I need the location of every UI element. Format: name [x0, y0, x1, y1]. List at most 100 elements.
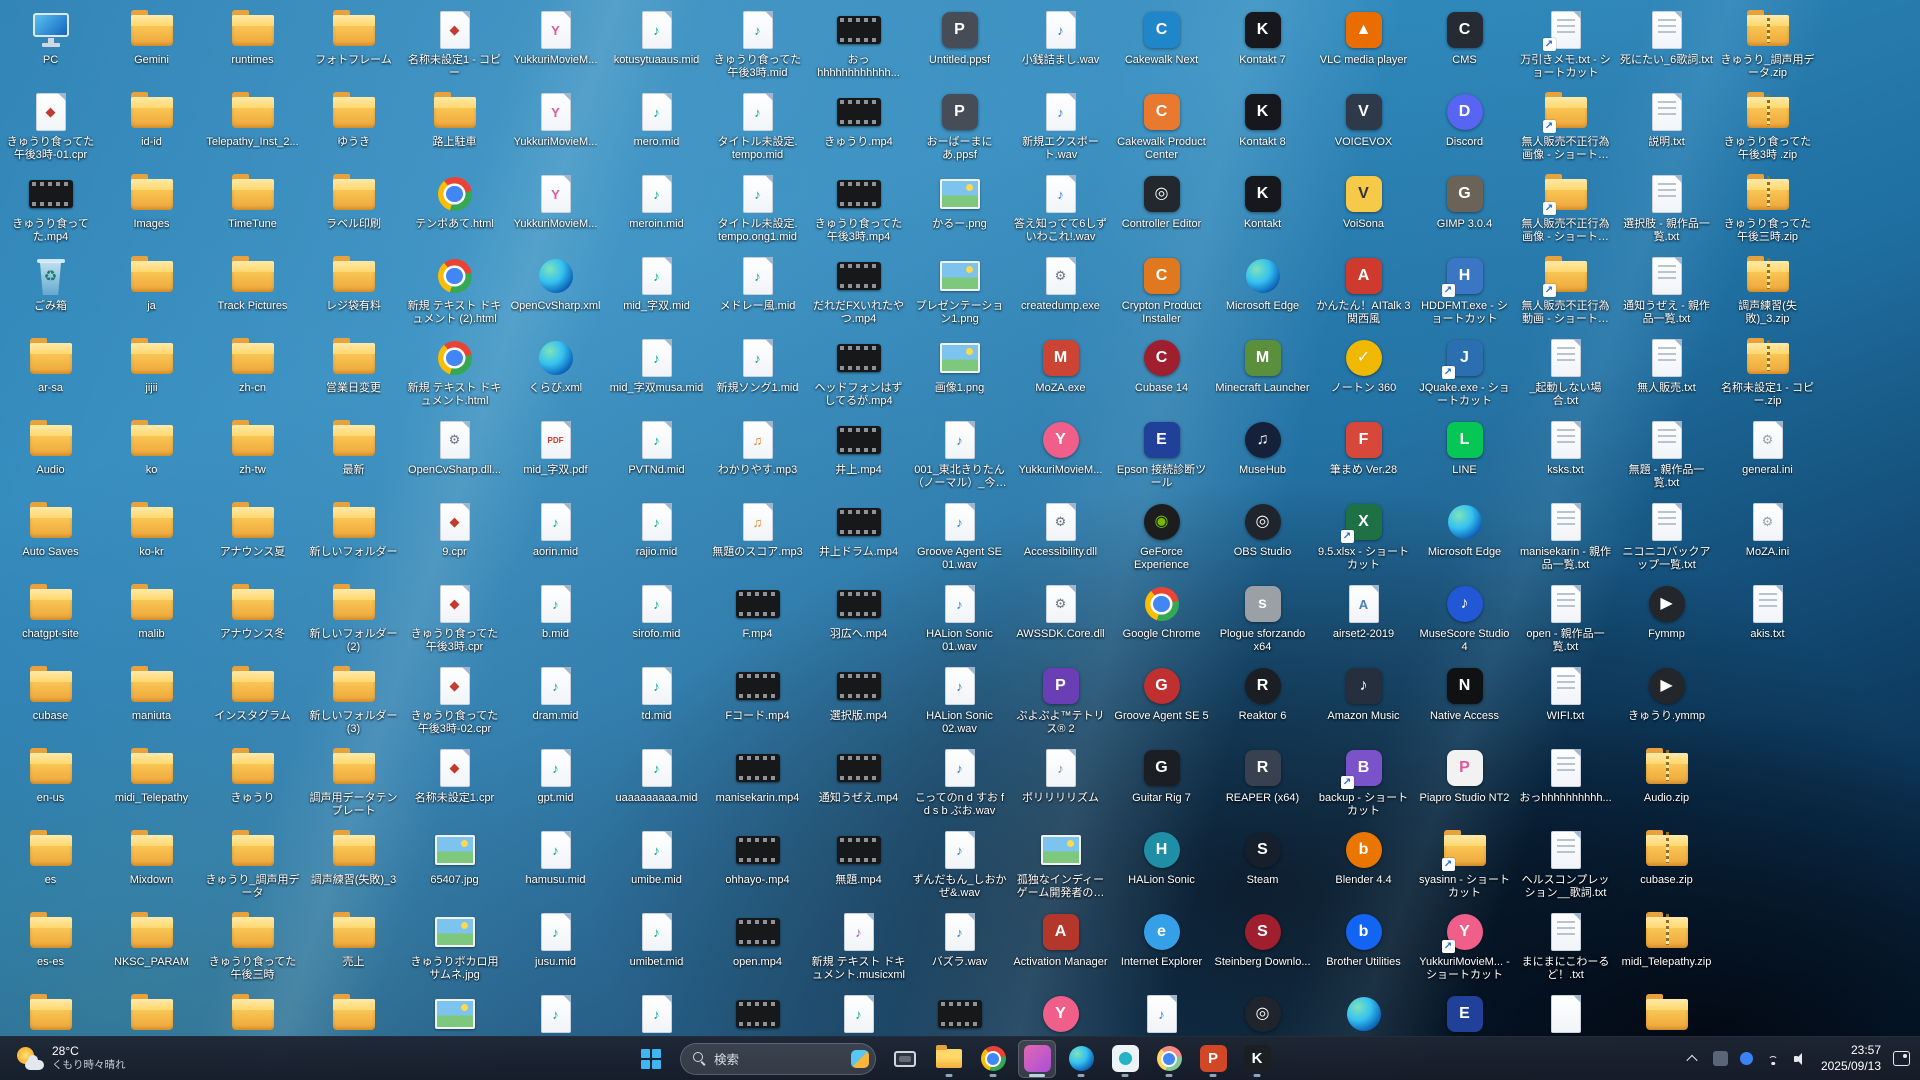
desktop-icon[interactable]: ラベル印刷	[305, 172, 403, 231]
desktop-icon[interactable]: P ぷよぷよ™テトリス® 2	[1012, 664, 1110, 736]
desktop-icon[interactable]: N Native Access	[1416, 664, 1514, 723]
desktop-icon[interactable]: C CMS	[1416, 8, 1514, 67]
desktop-icon[interactable]: ⚙ Accessibility.dll	[1012, 500, 1110, 559]
desktop-icon[interactable]: ♪ バズラ.wav	[911, 910, 1009, 969]
desktop-icon[interactable]: 説明.txt	[1618, 90, 1716, 149]
desktop-icon[interactable]: きゅうり食ってた午後三時.zip	[1719, 172, 1817, 244]
desktop-icon[interactable]: G Guitar Rig 7	[1113, 746, 1211, 805]
desktop-icon[interactable]: PDF mid_字双.pdf	[507, 418, 605, 477]
start-button[interactable]	[632, 1040, 670, 1078]
desktop-icon[interactable]: ◆ きゅうり食ってた午後3時.cpr	[406, 582, 504, 654]
desktop-icon[interactable]: cubase.zip	[1618, 828, 1716, 887]
desktop-icon[interactable]	[1618, 992, 1716, 1038]
desktop-icon[interactable]: 新しいフォルダー	[305, 500, 403, 559]
desktop-icon[interactable]: H HALion Sonic	[1113, 828, 1211, 887]
desktop-icon[interactable]: ▶ きゅうり.ymmp	[1618, 664, 1716, 723]
desktop-icon[interactable]: ♪ 新規ソング1.mid	[709, 336, 807, 395]
taskbar-app-light-app[interactable]	[1106, 1040, 1144, 1078]
desktop-icon[interactable]: ヘルスコンプレッション__歌詞.txt	[1517, 828, 1615, 900]
desktop-icon[interactable]: ◎	[1214, 992, 1312, 1038]
desktop-icon[interactable]: ♪ MuseScore Studio 4	[1416, 582, 1514, 654]
desktop-icon[interactable]: ⚙ MoZA.ini	[1719, 500, 1817, 559]
desktop-icon[interactable]: zh-cn	[204, 336, 302, 395]
desktop-icon[interactable]: ♪ mid_字双musa.mid	[608, 336, 706, 395]
desktop-icon[interactable]: G Groove Agent SE 5	[1113, 664, 1211, 723]
desktop-icon[interactable]: 通知うぜえ.mp4	[810, 746, 908, 805]
desktop-icon[interactable]: C Cakewalk Next	[1113, 8, 1211, 67]
desktop-icon[interactable]: ↗ 無人販売不正行為 画像 - ショートカッ...	[1517, 90, 1615, 162]
desktop-icon[interactable]: ♪ kotusytuaaus.mid	[608, 8, 706, 67]
desktop-icon[interactable]: S Steam	[1214, 828, 1312, 887]
desktop-icon[interactable]: Microsoft Edge	[1214, 254, 1312, 313]
desktop-icon[interactable]: ♪ umibe.mid	[608, 828, 706, 887]
desktop-icon[interactable]: ⚙ general.ini	[1719, 418, 1817, 477]
desktop-icon[interactable]: ♪ きゅうり食ってた午後3時.mid	[709, 8, 807, 80]
desktop-icon[interactable]: ♪ 答え知ってて6しずいわこれ!.wav	[1012, 172, 1110, 244]
desktop-icon[interactable]: ja	[103, 254, 201, 313]
desktop-icon[interactable]: ♪ umibet.mid	[608, 910, 706, 969]
desktop-icon[interactable]: Gemini	[103, 8, 201, 67]
desktop-icon[interactable]: M Minecraft Launcher	[1214, 336, 1312, 395]
desktop-icon[interactable]: manisekarin - 親作品一覧.txt	[1517, 500, 1615, 572]
desktop-icon[interactable]: WIFI.txt	[1517, 664, 1615, 723]
desktop-icon[interactable]: ♪	[608, 992, 706, 1038]
desktop-icon[interactable]: ohhayo-.mp4	[709, 828, 807, 887]
desktop-icon[interactable]: ♪ PVTNd.mid	[608, 418, 706, 477]
desktop-icon[interactable]: Google Chrome	[1113, 582, 1211, 641]
desktop-icon[interactable]: ko-kr	[103, 500, 201, 559]
desktop-icon[interactable]: 新規 テキスト ドキュメント.html	[406, 336, 504, 408]
desktop-icon[interactable]: フォトフレーム	[305, 8, 403, 67]
desktop-icon[interactable]	[1517, 992, 1615, 1038]
desktop-icon[interactable]: R Reaktor 6	[1214, 664, 1312, 723]
desktop-icon[interactable]: A かんたん！AITalk 3 関西風	[1315, 254, 1413, 326]
desktop-icon[interactable]: ♪ HALion Sonic 01.wav	[911, 582, 1009, 654]
desktop-icon[interactable]: プレゼンテーション1.png	[911, 254, 1009, 326]
desktop-icon[interactable]: ♪	[1113, 992, 1211, 1038]
desktop-icon[interactable]: Telepathy_Inst_2...	[204, 90, 302, 149]
weather-widget[interactable]: 28°C くもり時々晴れ	[8, 1037, 134, 1080]
desktop-icon[interactable]: ko	[103, 418, 201, 477]
desktop-icon[interactable]: ◎ OBS Studio	[1214, 500, 1312, 559]
desktop-icon[interactable]: V VOICEVOX	[1315, 90, 1413, 149]
desktop-icon[interactable]: Y	[1012, 992, 1110, 1038]
desktop-icon[interactable]: 最新	[305, 418, 403, 477]
desktop-icon[interactable]: 無人販売.txt	[1618, 336, 1716, 395]
desktop-icon[interactable]: L LINE	[1416, 418, 1514, 477]
desktop-icon[interactable]: TimeTune	[204, 172, 302, 231]
desktop-icon[interactable]: midi_Telepathy.zip	[1618, 910, 1716, 969]
desktop-icon[interactable]: P Piapro Studio NT2	[1416, 746, 1514, 805]
desktop-icon[interactable]: ヘッドフォンはずしてるが.mp4	[810, 336, 908, 408]
notification-icon[interactable]	[1893, 1051, 1910, 1066]
tray-blue-dot-icon[interactable]	[1739, 1052, 1753, 1065]
desktop-icon[interactable]: 売上	[305, 910, 403, 969]
desktop-icon[interactable]: インスタグラム	[204, 664, 302, 723]
desktop-icon[interactable]: ⚙ AWSSDK.Core.dll	[1012, 582, 1110, 641]
desktop-icon[interactable]: ♪ 小銭詰まし.wav	[1012, 8, 1110, 67]
desktop-icon[interactable]: b Blender 4.4	[1315, 828, 1413, 887]
desktop-icon[interactable]: ♪ uaaaaaaaaa.mid	[608, 746, 706, 805]
taskbar-app-file-explorer[interactable]	[930, 1040, 968, 1078]
desktop-icon[interactable]: NKSC_PARAM	[103, 910, 201, 969]
tray-app-icon[interactable]	[1712, 1051, 1728, 1066]
desktop-icon[interactable]: かるー.png	[911, 172, 1009, 231]
desktop-icon[interactable]: きゅうり食ってた午後3時.mp4	[810, 172, 908, 244]
desktop-icon[interactable]: ♪ dram.mid	[507, 664, 605, 723]
desktop-icon[interactable]: Y YukkuriMovieM...	[507, 172, 605, 231]
desktop-icon[interactable]: 新規 テキスト ドキュメント (2).html	[406, 254, 504, 326]
desktop-icon[interactable]: A Activation Manager	[1012, 910, 1110, 969]
wifi-icon[interactable]	[1765, 1052, 1782, 1065]
desktop-icon[interactable]: ♪ gpt.mid	[507, 746, 605, 805]
desktop-icon[interactable]: _起動しない場合.txt	[1517, 336, 1615, 408]
desktop-icon[interactable]: ▶ Fymmp	[1618, 582, 1716, 641]
desktop-icon[interactable]: Mixdown	[103, 828, 201, 887]
desktop-icon[interactable]: K Kontakt	[1214, 172, 1312, 231]
desktop-icon[interactable]: ♪ 新規エクスポート.wav	[1012, 90, 1110, 162]
desktop-icon[interactable]: K Kontakt 7	[1214, 8, 1312, 67]
desktop-icon[interactable]: es	[2, 828, 100, 887]
desktop-icon[interactable]	[709, 992, 807, 1038]
taskbar-app-k-app[interactable]: K	[1238, 1040, 1276, 1078]
desktop-icon[interactable]: ⚙ OpenCvSharp.dll...	[406, 418, 504, 477]
taskbar-app-microsoft-edge[interactable]	[1062, 1040, 1100, 1078]
desktop-icon[interactable]	[911, 992, 1009, 1038]
desktop-icon[interactable]: ♻ ごみ箱	[2, 254, 100, 313]
